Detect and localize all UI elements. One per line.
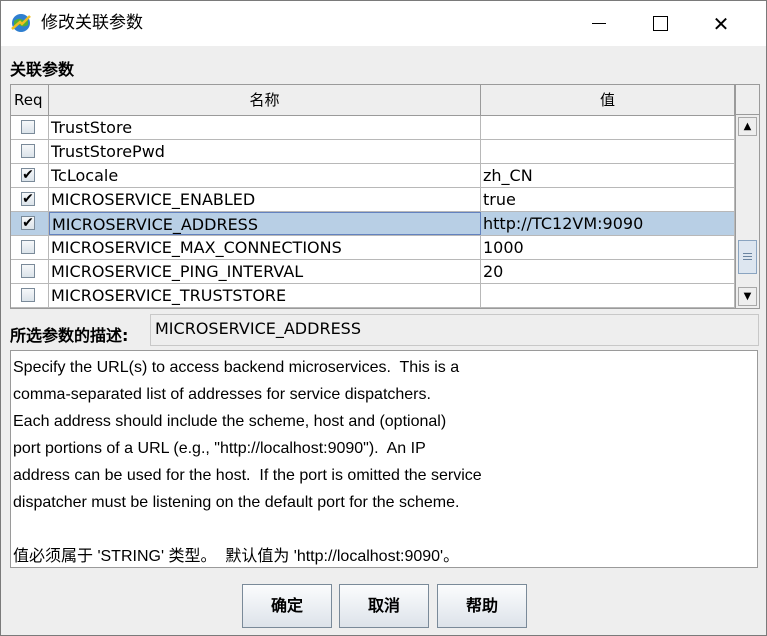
minimize-button[interactable] [576,1,622,46]
name-cell[interactable]: TrustStore [49,116,481,139]
table-row[interactable]: TrustStore [11,116,735,140]
table-row[interactable]: ✔ MICROSERVICE_ENABLED true [11,188,735,212]
req-cell [11,284,49,307]
close-button[interactable]: ✕ [698,1,744,46]
maximize-button[interactable] [637,1,683,46]
req-checkbox[interactable]: ✔ [21,192,35,206]
req-cell: ✔ [11,212,49,235]
req-cell [11,236,49,259]
parameter-table: Req 名称 值 TrustStore TrustStorePwd ✔ TcLo… [10,84,760,309]
value-cell[interactable]: http://TC12VM:9090 [481,212,735,235]
value-cell[interactable] [481,284,735,307]
grip-line [743,256,752,257]
name-cell[interactable]: MICROSERVICE_MAX_CONNECTIONS [49,236,481,259]
name-cell[interactable]: MICROSERVICE_ENABLED [49,188,481,211]
table-row[interactable]: MICROSERVICE_MAX_CONNECTIONS 1000 [11,236,735,260]
maximize-icon [652,16,668,31]
scroll-down-button[interactable]: ▼ [738,287,757,306]
description-text[interactable]: Specify the URL(s) to access backend mic… [10,350,758,568]
arrow-up-icon: ▲ [743,121,752,132]
help-button[interactable]: 帮助 [437,584,527,628]
name-cell[interactable]: MICROSERVICE_TRUSTSTORE [49,284,481,307]
req-checkbox[interactable] [21,120,35,134]
name-cell[interactable]: MICROSERVICE_ADDRESS [49,212,481,235]
req-checkbox[interactable]: ✔ [21,216,35,230]
req-cell [11,140,49,163]
req-checkbox[interactable]: ✔ [21,168,35,182]
ok-button[interactable]: 确定 [242,584,332,628]
description-label: 所选参数的描述: [10,326,129,345]
table-corner [735,85,759,115]
table-row[interactable]: MICROSERVICE_TRUSTSTORE [11,284,735,308]
req-checkbox[interactable] [21,240,35,254]
req-cell [11,116,49,139]
column-header-name[interactable]: 名称 [49,85,481,115]
grip-line [743,253,752,254]
checkmark-icon: ✔ [22,191,34,207]
req-cell: ✔ [11,164,49,187]
checkmark-icon: ✔ [22,215,34,231]
cancel-button[interactable]: 取消 [339,584,429,628]
table-row-selected[interactable]: ✔ MICROSERVICE_ADDRESS http://TC12VM:909… [11,212,735,236]
table-row[interactable]: ✔ TcLocale zh_CN [11,164,735,188]
value-cell[interactable]: 1000 [481,236,735,259]
value-cell[interactable]: zh_CN [481,164,735,187]
req-checkbox[interactable] [21,288,35,302]
table-row[interactable]: MICROSERVICE_PING_INTERVAL 20 [11,260,735,284]
window-title: 修改关联参数 [41,13,143,33]
selected-param-name: MICROSERVICE_ADDRESS [150,314,759,346]
title-bar[interactable]: 修改关联参数 ✕ [1,1,766,46]
value-cell[interactable]: true [481,188,735,211]
table-body: TrustStore TrustStorePwd ✔ TcLocale zh_C… [11,116,735,308]
column-header-req[interactable]: Req [11,85,49,115]
minimize-icon [592,23,606,24]
globe-app-icon [11,14,31,32]
column-header-value[interactable]: 值 [481,85,735,115]
value-cell[interactable]: 20 [481,260,735,283]
value-cell[interactable] [481,116,735,139]
grip-line [743,259,752,260]
dialog-window: 修改关联参数 ✕ 关联参数 Req 名称 值 TrustStore TrustS… [0,0,767,636]
name-cell[interactable]: TcLocale [49,164,481,187]
name-cell[interactable]: TrustStorePwd [49,140,481,163]
close-icon: ✕ [712,11,730,36]
vertical-scrollbar[interactable]: ▲ ▼ [735,115,759,308]
value-cell[interactable] [481,140,735,163]
name-cell[interactable]: MICROSERVICE_PING_INTERVAL [49,260,481,283]
req-cell [11,260,49,283]
req-checkbox[interactable] [21,264,35,278]
scroll-up-button[interactable]: ▲ [738,117,757,136]
req-cell: ✔ [11,188,49,211]
req-checkbox[interactable] [21,144,35,158]
arrow-down-icon: ▼ [743,291,752,302]
scroll-thumb[interactable] [738,240,757,274]
checkmark-icon: ✔ [22,167,34,183]
table-header: Req 名称 值 [11,85,735,116]
section-label: 关联参数 [10,60,75,79]
table-row[interactable]: TrustStorePwd [11,140,735,164]
